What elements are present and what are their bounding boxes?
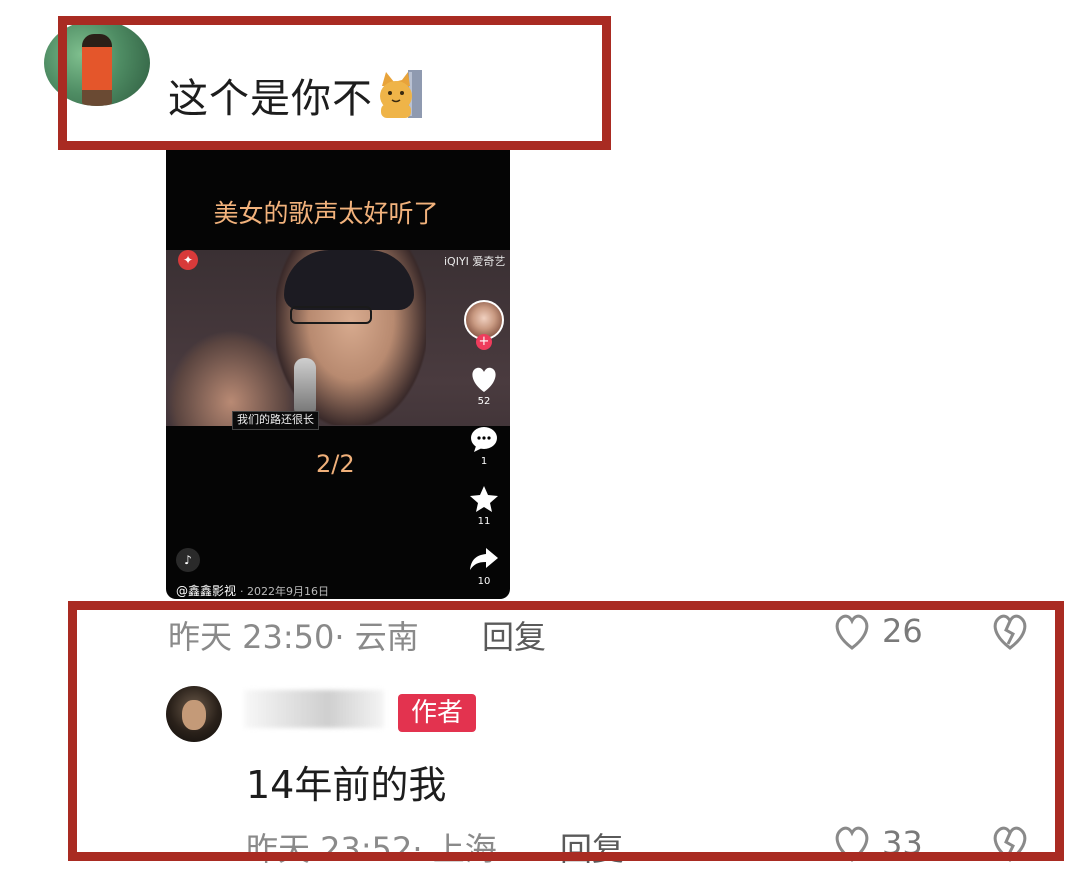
douyin-logo-icon: ♪ (176, 548, 200, 572)
page-indicator: 2/2 (316, 450, 355, 478)
video-post-date: · 2022年9月16日 (240, 585, 329, 598)
video-author-handle: @鑫鑫影视 (176, 584, 237, 598)
share-count: 10 (477, 576, 491, 587)
video-frame (166, 250, 510, 580)
share-arrow-icon (470, 548, 498, 570)
like-count: 52 (477, 396, 491, 407)
video-card[interactable]: 美女的歌声太好听了 ✦ iQIYI 爱奇艺 我们的路还很长 2/2 + 52 1… (166, 150, 510, 599)
comment-count: 1 (480, 456, 488, 467)
follow-plus-icon[interactable]: + (476, 334, 492, 350)
star-icon (470, 486, 498, 512)
microphone (294, 358, 316, 418)
comment-action[interactable]: 1 (464, 424, 504, 467)
iqiyi-watermark: iQIYI 爱奇艺 (444, 255, 506, 268)
like-action[interactable]: 52 (464, 364, 504, 407)
channel-logo-icon: ✦ (178, 250, 198, 270)
singer-hair (284, 250, 414, 310)
comment-bubble-icon (471, 427, 497, 452)
video-author-line: @鑫鑫影视 · 2022年9月16日 (176, 582, 329, 599)
video-subtitle: 我们的路还很长 (232, 411, 319, 430)
singer-glasses (290, 306, 372, 324)
highlight-frame-top (58, 16, 611, 150)
video-title: 美女的歌声太好听了 (213, 199, 439, 228)
share-action[interactable]: 10 (464, 544, 504, 587)
favorite-count: 11 (477, 516, 491, 527)
heart-icon (472, 367, 496, 392)
favorite-action[interactable]: 11 (464, 484, 504, 527)
highlight-frame-bottom (68, 601, 1064, 861)
